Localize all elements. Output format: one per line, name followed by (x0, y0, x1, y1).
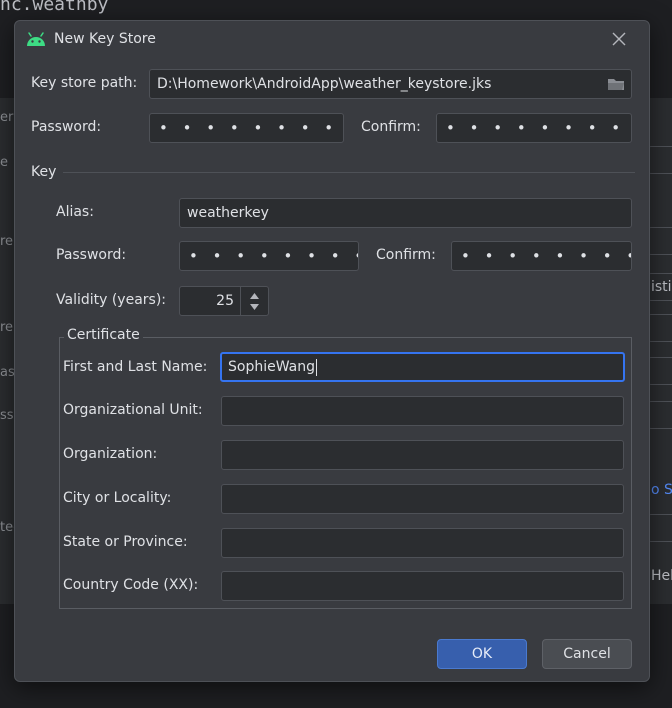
keystore-path-field[interactable]: D:\Homework\AndroidApp\weather_keystore.… (149, 69, 632, 99)
arrow-down-icon[interactable] (249, 303, 260, 311)
key-confirm-value: • • • • • • • • • • (461, 247, 631, 265)
state-province-field[interactable] (221, 528, 624, 558)
alias-value: weatherkey (187, 205, 269, 221)
cancel-button[interactable]: Cancel (542, 639, 632, 669)
keystore-password-label: Password: (31, 119, 102, 135)
keystore-password-field[interactable]: • • • • • • • • • • (149, 113, 344, 143)
organizational-unit-field[interactable] (221, 396, 624, 426)
dialog-title: New Key Store (54, 31, 156, 47)
certificate-title: Certificate (64, 327, 143, 343)
first-last-name-value: SophieWang (228, 359, 316, 375)
keystore-path-value: D:\Homework\AndroidApp\weather_keystore.… (157, 76, 492, 92)
bg-field (648, 514, 672, 542)
dialog-titlebar: New Key Store (15, 21, 649, 59)
validity-stepper-buttons[interactable] (240, 287, 268, 315)
keystore-path-label: Key store path: (31, 75, 138, 91)
validity-value: 25 (216, 293, 234, 309)
validity-label: Validity (years): (56, 292, 167, 308)
bg-field (648, 227, 672, 255)
bg-field (648, 314, 672, 342)
key-confirm-label: Confirm: (376, 247, 436, 263)
cert-label-state: State or Province: (63, 534, 188, 550)
key-section-title: Key (31, 164, 57, 180)
ok-button[interactable]: OK (437, 639, 527, 669)
bg-fragment: re (0, 320, 14, 335)
folder-icon[interactable] (607, 76, 625, 92)
alias-field[interactable]: weatherkey (179, 198, 632, 228)
text-caret (316, 358, 318, 376)
alias-label: Alias: (56, 204, 94, 220)
key-password-field[interactable]: • • • • • • • • • • (179, 241, 359, 271)
cert-label-organization: Organization: (63, 446, 158, 462)
country-code-field[interactable] (221, 571, 624, 601)
android-icon (27, 32, 45, 46)
bg-field (648, 401, 672, 429)
cert-label-country: Country Code (XX): (63, 577, 199, 593)
validity-spinner[interactable]: 25 (179, 286, 269, 316)
cert-label-org-unit: Organizational Unit: (63, 402, 203, 418)
close-icon[interactable] (610, 30, 628, 48)
bg-field (648, 357, 672, 385)
bg-fragment: istin (651, 279, 672, 295)
bg-field (648, 146, 672, 174)
code-text: nc.weathby (0, 0, 109, 15)
keystore-confirm-value: • • • • • • • • • • (446, 119, 631, 137)
key-password-label: Password: (56, 247, 127, 263)
bg-fragment: e (0, 155, 8, 170)
keystore-confirm-field[interactable]: • • • • • • • • • • (436, 113, 632, 143)
editor-background: nc.weathby (0, 0, 672, 22)
key-password-value: • • • • • • • • • • (189, 247, 358, 265)
keystore-password-value: • • • • • • • • • • (159, 119, 343, 137)
cert-label-city: City or Locality: (63, 490, 172, 506)
key-confirm-field[interactable]: • • • • • • • • • • (451, 241, 632, 271)
keystore-confirm-label: Confirm: (361, 119, 421, 135)
key-section-separator (63, 172, 635, 173)
bg-fragment: er (0, 110, 14, 125)
city-locality-field[interactable] (221, 484, 624, 514)
organization-field[interactable] (221, 440, 624, 470)
cert-label-name: First and Last Name: (63, 359, 208, 375)
new-key-store-dialog: New Key Store Key store path: D:\Homewor… (14, 20, 650, 682)
bg-fragment: Hel (651, 568, 672, 584)
first-last-name-field[interactable]: SophieWang (220, 352, 625, 382)
bg-fragment: as (0, 365, 15, 380)
bg-fragment: re (0, 234, 14, 249)
bg-link: o Si (651, 482, 672, 498)
arrow-up-icon[interactable] (249, 292, 260, 300)
